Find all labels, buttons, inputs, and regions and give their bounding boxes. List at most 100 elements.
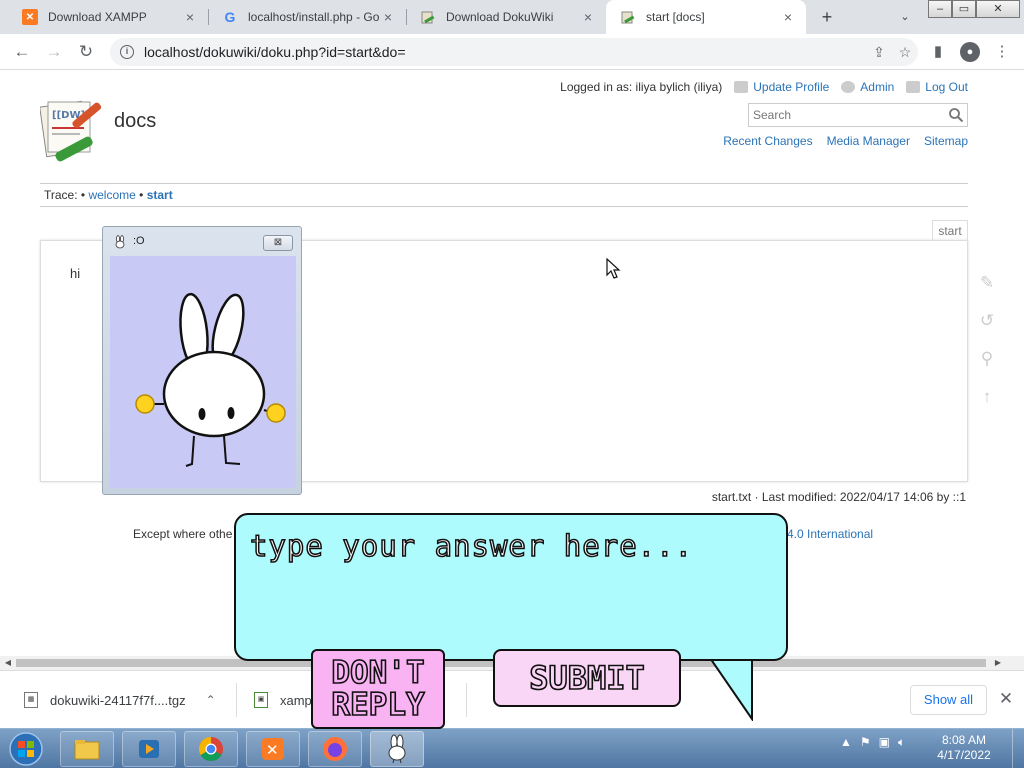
windows-start-icon[interactable] [4, 730, 48, 768]
bookmark-star-icon[interactable]: ☆ [892, 44, 918, 61]
breadcrumb: Trace: • welcome • start [44, 188, 173, 202]
answer-speech-bubble: type your answer here... [234, 513, 788, 661]
trace-label: Trace: [44, 188, 78, 202]
dokuwiki-icon [420, 9, 436, 25]
logged-in-label: Logged in as: iliya bylich (iliya) [560, 80, 723, 94]
reload-icon[interactable]: ↻ [74, 40, 98, 64]
site-info-icon[interactable]: i [120, 45, 134, 59]
xampp-control-icon[interactable]: ✕ [246, 731, 300, 767]
back-to-top-icon[interactable]: ↑ [976, 386, 998, 408]
page-tools: ✎ ↺ ⚲ ↑ [976, 272, 998, 424]
divider [236, 683, 237, 717]
system-clock[interactable]: 8:08 AM 4/17/2022 [934, 733, 994, 763]
answer-prompt: type your answer here... [249, 528, 694, 564]
update-profile-link[interactable]: Update Profile [734, 80, 829, 94]
show-desktop-button[interactable] [1012, 729, 1024, 768]
close-icon[interactable]: × [780, 9, 796, 25]
network-icon[interactable]: ▣ [879, 735, 890, 750]
firefox-icon[interactable] [308, 731, 362, 767]
edit-pencil-icon[interactable]: ✎ [976, 272, 998, 294]
tab-download-dokuwiki[interactable]: Download DokuWiki × [406, 0, 606, 34]
scroll-left-icon[interactable]: ◀ [0, 656, 16, 670]
tab-install-php[interactable]: G localhost/install.php - Go × [208, 0, 406, 34]
address-bar[interactable]: i localhost/dokuwiki/doku.php?id=start&d… [110, 38, 918, 66]
doc-info: start.txt · Last modified: 2022/04/17 14… [711, 490, 966, 504]
trace-separator: • [80, 188, 86, 202]
menu-kebab-icon[interactable]: ⋮ [992, 42, 1012, 62]
minimize-button[interactable]: – [928, 0, 952, 18]
forward-arrow-icon[interactable]: → [42, 40, 66, 64]
action-center-flag-icon[interactable]: ⚑ [860, 735, 871, 750]
search-input[interactable] [748, 103, 968, 127]
tab-search-button[interactable]: ⌄ [896, 6, 914, 28]
bunny-illustration [135, 292, 286, 467]
volume-icon[interactable]: 🔈︎ [898, 735, 905, 750]
new-tab-button[interactable]: + [816, 6, 838, 28]
close-icon[interactable]: ✕ [996, 689, 1016, 709]
tab-title: Download DokuWiki [446, 10, 554, 24]
breadcrumb-welcome[interactable]: welcome [88, 188, 135, 202]
back-arrow-icon[interactable]: ← [10, 40, 34, 64]
url-text[interactable]: localhost/dokuwiki/doku.php?id=start&do= [144, 44, 866, 60]
tab-download-xampp[interactable]: ✕ Download XAMPP × [8, 0, 208, 34]
dokuwiki-logo[interactable]: [[DW]] [40, 98, 104, 162]
side-panel-icon[interactable]: ▮ [928, 42, 948, 62]
user-tools: Logged in as: iliya bylich (iliya) Updat… [560, 80, 968, 94]
media-manager-link[interactable]: Media Manager [827, 134, 910, 148]
close-icon[interactable]: × [580, 9, 596, 25]
clock-date: 4/17/2022 [937, 748, 991, 762]
license-link[interactable]: 4.0 International [787, 527, 873, 541]
archive-file-icon: ▦ [24, 692, 38, 708]
clock-time: 8:08 AM [941, 733, 987, 747]
close-icon[interactable]: × [380, 9, 396, 25]
show-hidden-icons-icon[interactable]: ▲ [840, 735, 852, 750]
recent-changes-link[interactable]: Recent Changes [723, 134, 812, 148]
site-title[interactable]: docs [114, 110, 156, 133]
log-out-label: Log Out [925, 80, 968, 94]
window-close-button[interactable]: ✕ [976, 0, 1020, 18]
license-text: Except where othe [133, 527, 233, 541]
admin-link[interactable]: Admin [841, 80, 894, 94]
close-icon[interactable]: × [182, 9, 198, 25]
bunny-app-icon[interactable] [370, 731, 424, 767]
download-filename: xamp [280, 692, 312, 708]
trace-separator: • [139, 188, 144, 202]
site-tools: Recent Changes Media Manager Sitemap [723, 134, 968, 148]
answer-input[interactable] [250, 575, 770, 651]
dokuwiki-icon [620, 9, 636, 25]
log-out-link[interactable]: Log Out [906, 80, 968, 94]
share-icon[interactable]: ⇪ [866, 44, 892, 61]
taskbar: ✕ ▲ ⚑ ▣ 🔈︎ 8:08 AM 4/17/2022 [0, 728, 1024, 768]
chevron-up-icon[interactable]: ⌃ [206, 693, 216, 707]
gear-icon [841, 81, 856, 93]
system-tray: ▲ ⚑ ▣ 🔈︎ [840, 735, 905, 750]
download-item[interactable]: ▣ xamp [254, 683, 312, 717]
tab-title: localhost/install.php - Go [248, 10, 380, 24]
dont-reply-button[interactable]: DON'T REPLY [311, 649, 445, 729]
tab-start-docs[interactable]: start [docs] × [606, 0, 806, 34]
sitemap-link[interactable]: Sitemap [924, 134, 968, 148]
download-item[interactable]: ▦ dokuwiki-24117f7f....tgz ⌃ [24, 683, 216, 717]
search-icon[interactable] [948, 107, 964, 123]
show-all-downloads-button[interactable]: Show all [910, 685, 987, 715]
google-icon: G [224, 9, 236, 25]
media-player-icon[interactable] [122, 731, 176, 767]
backlinks-icon[interactable]: ⚲ [976, 348, 998, 370]
tab-title: start [docs] [646, 10, 705, 24]
submit-button[interactable]: SUBMIT [493, 649, 681, 707]
logout-icon [906, 81, 921, 93]
history-icon[interactable]: ↺ [976, 310, 998, 332]
xampp-icon: ✕ [22, 9, 38, 25]
close-icon[interactable]: ⊠ [263, 235, 293, 251]
tab-strip: ✕ Download XAMPP × G localhost/install.p… [0, 0, 1024, 34]
mouse-cursor-icon [606, 258, 621, 279]
file-explorer-icon[interactable] [60, 731, 114, 767]
profile-avatar-icon[interactable]: ● [960, 42, 980, 62]
scroll-right-icon[interactable]: ▶ [990, 656, 1006, 670]
bunny-popup-window[interactable]: :O ⊠ [102, 226, 302, 495]
update-profile-label: Update Profile [753, 80, 830, 94]
breadcrumb-start[interactable]: start [147, 188, 173, 202]
tab-title: Download XAMPP [48, 10, 147, 24]
chrome-icon[interactable] [184, 731, 238, 767]
maximize-button[interactable]: ▭ [952, 0, 976, 18]
